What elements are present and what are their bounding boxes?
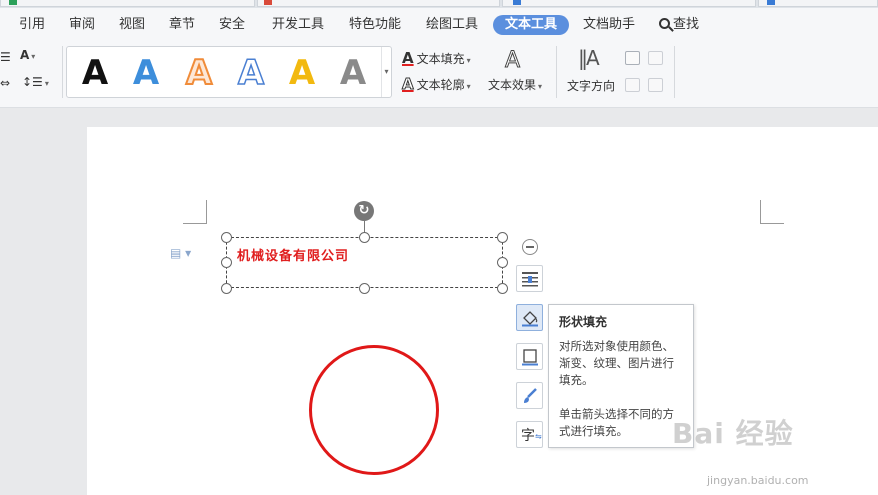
divider: [674, 46, 675, 98]
text-style-black[interactable]: A: [73, 55, 117, 91]
paint-bucket-icon: [522, 311, 538, 327]
rotate-handle-icon[interactable]: ↻: [354, 201, 374, 221]
menu-bar: 引用 审阅 视图 章节 安全 开发工具 特色功能 绘图工具 文本工具 文档助手 …: [0, 8, 878, 40]
distribute-icon[interactable]: ⇔: [0, 76, 10, 90]
text-effect-label: 文本效果: [488, 78, 537, 92]
menu-text-tools[interactable]: 文本工具: [493, 15, 570, 35]
document-tab-strip: [0, 0, 878, 8]
divider: [556, 46, 557, 98]
gallery-more-button[interactable]: ▾: [381, 47, 391, 97]
document-tab[interactable]: [758, 0, 878, 7]
text-fill-icon: A: [402, 49, 414, 67]
textbox-next-icon[interactable]: [648, 78, 663, 92]
menu-document-assistant[interactable]: 文档助手: [583, 15, 635, 35]
tooltip-hint: 单击箭头选择不同的方式进行填充。: [559, 407, 674, 438]
shape-fill-button[interactable]: [516, 304, 543, 331]
text-style-gray-gradient[interactable]: A: [331, 55, 375, 91]
resize-handle[interactable]: [221, 257, 232, 268]
menu-find[interactable]: 查找: [659, 15, 699, 35]
search-icon: [659, 18, 670, 29]
resize-handle[interactable]: [497, 232, 508, 243]
circle-shape[interactable]: [309, 345, 439, 475]
textbox-unlink-icon[interactable]: [648, 51, 663, 65]
menu-drawing-tools[interactable]: 绘图工具: [426, 15, 478, 35]
resize-handle[interactable]: [221, 283, 232, 294]
text-direction-button[interactable]: 文字方向: [567, 77, 615, 95]
resize-handle[interactable]: [359, 232, 370, 243]
brush-icon: [524, 388, 537, 403]
textbox-prev-icon[interactable]: [625, 78, 640, 92]
menu-find-label: 查找: [673, 17, 700, 32]
menu-view[interactable]: 视图: [119, 15, 145, 35]
layout-options-button[interactable]: [516, 265, 543, 292]
selected-text-box[interactable]: 机械设备有限公司: [226, 237, 503, 288]
align-icon[interactable]: ☰: [0, 50, 11, 64]
document-tab[interactable]: [257, 0, 500, 7]
text-direction-icon: ‖A: [578, 46, 600, 70]
text-style-yellow[interactable]: A: [280, 55, 324, 91]
document-tab[interactable]: [502, 0, 756, 7]
text-style-orange-outline[interactable]: A: [177, 54, 221, 92]
text-fill-label: 文本填充: [416, 52, 465, 66]
textbox-link-icon[interactable]: [625, 51, 640, 65]
menu-security[interactable]: 安全: [219, 15, 245, 35]
crop-mark: [760, 200, 784, 224]
font-size-icon[interactable]: A ▾: [20, 48, 35, 62]
resize-handle[interactable]: [221, 232, 232, 243]
menu-developer-tools[interactable]: 开发工具: [272, 15, 324, 35]
line-spacing-icon[interactable]: ↕☰ ▾: [22, 75, 49, 89]
text-style-blue[interactable]: A: [124, 55, 168, 91]
divider: [62, 46, 63, 98]
menu-section[interactable]: 章节: [169, 15, 195, 35]
text-fill-button[interactable]: A 文本填充 ▾: [402, 49, 471, 67]
watermark-url: jingyan.baidu.com: [707, 474, 809, 487]
text-outline-button[interactable]: A 文本轮廓 ▾: [402, 75, 471, 94]
layout-options-icon: [522, 272, 538, 287]
text-effect-icon: A: [504, 48, 521, 74]
baidu-jingyan-watermark: Bai 经验: [672, 417, 794, 450]
text-wrap-icon: 字: [521, 428, 535, 444]
ribbon: ☰ A ▾ ⇔ ↕☰ ▾ A A A A A A ▾ A 文本填充 ▾ A 文本轮廓 ▾ A…: [0, 40, 878, 108]
menu-references[interactable]: 引用: [19, 15, 45, 35]
crop-mark: [183, 200, 207, 224]
text-effect-button[interactable]: 文本效果 ▾: [488, 76, 542, 94]
collapse-toolbar-icon[interactable]: [522, 239, 538, 255]
tooltip-body: 对所选对象使用颜色、渐变、纹理、图片进行填充。 单击箭头选择不同的方式进行填充。: [559, 338, 683, 440]
shape-outline-icon: [522, 349, 538, 366]
tooltip-description: 对所选对象使用颜色、渐变、纹理、图片进行填充。: [559, 339, 674, 387]
text-outline-label: 文本轮廓: [416, 78, 465, 92]
tooltip-title: 形状填充: [559, 315, 608, 329]
document-tab[interactable]: [0, 0, 255, 7]
resize-handle[interactable]: [359, 283, 370, 294]
shape-outline-button[interactable]: [516, 343, 543, 370]
format-painter-button[interactable]: [516, 382, 543, 409]
text-style-gallery: A A A A A A ▾: [66, 46, 392, 98]
text-outline-icon: A: [402, 75, 415, 94]
menu-review[interactable]: 审阅: [69, 15, 95, 35]
menu-special-features[interactable]: 特色功能: [349, 15, 401, 35]
paragraph-options-icon[interactable]: ▤ ▾: [170, 246, 191, 260]
textbox-text[interactable]: 机械设备有限公司: [237, 245, 349, 264]
resize-handle[interactable]: [497, 257, 508, 268]
text-wrap-button[interactable]: 字 ⇋: [516, 421, 543, 448]
text-style-blue-outline[interactable]: A: [229, 54, 273, 92]
text-wrap-arrow-icon: ⇋: [535, 432, 542, 441]
resize-handle[interactable]: [497, 283, 508, 294]
